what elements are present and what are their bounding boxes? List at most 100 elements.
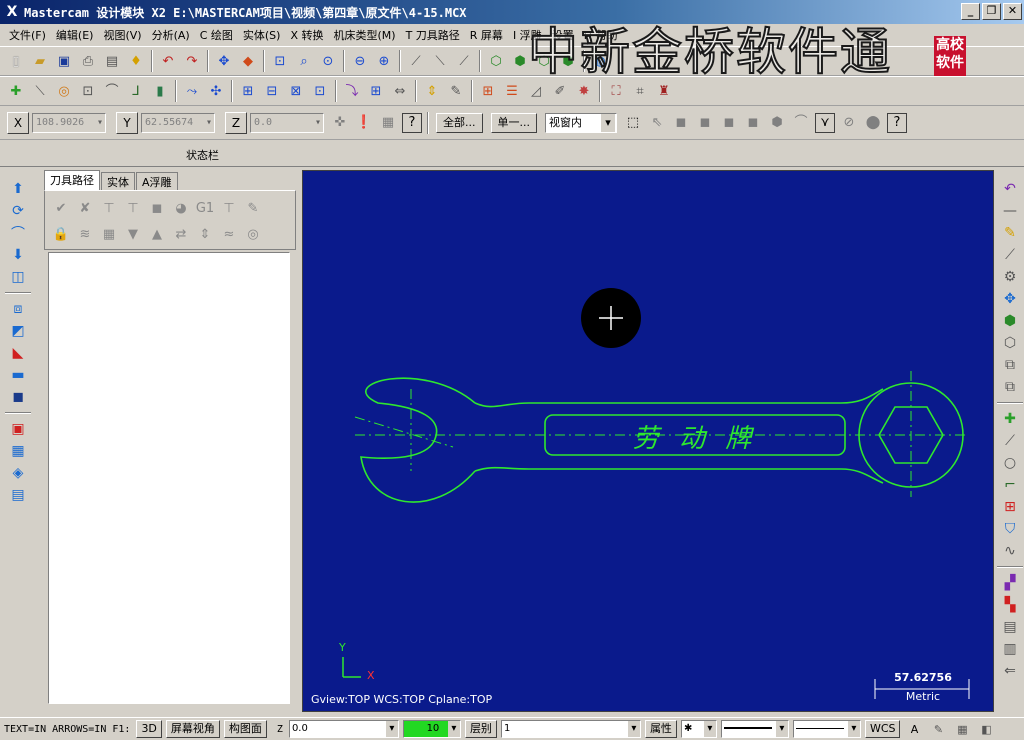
high-feed-icon[interactable]: ⊤ xyxy=(219,198,239,218)
zoom-window-icon[interactable]: ⌕ xyxy=(294,51,314,71)
menu-analyze[interactable]: 分析(A) xyxy=(147,27,195,43)
selection-mode-select[interactable]: 视窗内 xyxy=(545,112,617,133)
chain-icon[interactable]: ⤵ xyxy=(342,81,362,101)
join-icon[interactable]: ⊟ xyxy=(262,81,282,101)
face-select-icon[interactable]: ◼ xyxy=(695,113,715,133)
shield-side-icon[interactable]: ⛉ xyxy=(1000,519,1020,539)
gear-side-icon[interactable]: ⚙ xyxy=(1000,267,1020,287)
y-coord-input[interactable]: 62.55674 xyxy=(141,112,215,133)
surface-extrude-icon[interactable]: ◩ xyxy=(8,321,28,341)
trim-icon[interactable]: ⅃ xyxy=(126,81,146,101)
shade-status-icon[interactable]: ◧ xyxy=(976,719,996,739)
menu-create[interactable]: C 绘图 xyxy=(195,27,238,43)
mirror-icon[interactable]: ✣ xyxy=(206,81,226,101)
window-select-icon[interactable]: ⬚ xyxy=(623,113,643,133)
z-label[interactable]: Z xyxy=(225,111,247,134)
x-label[interactable]: X xyxy=(7,111,29,134)
x-coord-input[interactable]: 108.9026 xyxy=(32,112,106,133)
note-icon[interactable]: ✎ xyxy=(446,81,466,101)
rectangle-icon[interactable]: ⊡ xyxy=(78,81,98,101)
tab-art[interactable]: A浮雕 xyxy=(136,172,178,190)
rect-side-icon[interactable]: ⊞ xyxy=(1000,497,1020,517)
lock-icon[interactable]: 🔒 xyxy=(51,224,71,244)
post-icon[interactable]: G1 xyxy=(195,198,215,218)
group-status-icon[interactable]: ▦ xyxy=(952,719,972,739)
circle-side-icon[interactable]: ○ xyxy=(1000,453,1020,473)
grid-icon[interactable]: ⊞ xyxy=(478,81,498,101)
fillet-icon[interactable]: ⌒ xyxy=(102,81,122,101)
analyze-icon[interactable]: ✸ xyxy=(574,81,594,101)
arrow-side-icon[interactable]: ⇐ xyxy=(1000,661,1020,681)
arc-side-icon[interactable]: ⟋ xyxy=(1000,245,1020,265)
move-up-icon[interactable]: ▲ xyxy=(147,224,167,244)
top-view-icon[interactable]: ⬢ xyxy=(510,51,530,71)
edge-select-icon[interactable]: ◼ xyxy=(719,113,739,133)
globe-icon[interactable]: ◍ xyxy=(590,51,610,71)
only-display-icon[interactable]: ≈ xyxy=(219,224,239,244)
line-width-select[interactable] xyxy=(792,720,861,738)
menu-solids[interactable]: 实体(S) xyxy=(238,27,286,43)
point-icon[interactable]: ✚ xyxy=(6,81,26,101)
surface-ruled-icon[interactable]: ⬆ xyxy=(8,179,28,199)
move-side-icon[interactable]: ✥ xyxy=(1000,289,1020,309)
scroll-icon[interactable]: ⇕ xyxy=(195,224,215,244)
body-select-icon[interactable]: ◼ xyxy=(743,113,763,133)
select-all-ops-icon[interactable]: ✔ xyxy=(51,198,71,218)
circle-icon[interactable]: ◎ xyxy=(54,81,74,101)
surface-fence-icon[interactable]: ◫ xyxy=(8,267,28,287)
check-select-icon[interactable]: ⌒ xyxy=(791,113,811,133)
new-file-icon[interactable]: ▯ xyxy=(6,51,26,71)
z-coord-input[interactable]: 0.0 xyxy=(250,112,324,133)
open-file-icon[interactable]: ▰ xyxy=(30,51,50,71)
regen-selected-icon[interactable]: ⊤ xyxy=(99,198,119,218)
cube-outline-side-icon[interactable]: ⬡ xyxy=(1000,333,1020,353)
toggle-post-icon[interactable]: ▦ xyxy=(99,224,119,244)
text-icon[interactable]: A xyxy=(904,719,924,739)
drawing-canvas[interactable]: 劳 动 牌 Y X xyxy=(303,171,994,712)
hint-icon[interactable]: ♦ xyxy=(126,51,146,71)
line-side-icon[interactable]: — xyxy=(1000,201,1020,221)
surface-trim-icon[interactable]: ◼ xyxy=(8,387,28,407)
surface-revolve-icon[interactable]: ⟳ xyxy=(8,201,28,221)
select-single-button[interactable]: 单一... xyxy=(490,112,537,133)
exclaim-icon[interactable]: ❗ xyxy=(354,113,374,133)
menu-screen[interactable]: R 屏幕 xyxy=(465,27,508,43)
menu-settings[interactable]: 设置 xyxy=(547,27,579,43)
layer-side-icon[interactable]: ▚ xyxy=(1000,595,1020,615)
select-icon[interactable]: ⇔ xyxy=(390,81,410,101)
menu-machine-type[interactable]: 机床类型(M) xyxy=(329,27,401,43)
screen-view-button[interactable]: 屏幕视角 xyxy=(165,720,220,738)
group-side-icon[interactable]: ▥ xyxy=(1000,639,1020,659)
surface-sweep-icon[interactable]: ⌒ xyxy=(8,223,28,243)
move-down-icon[interactable]: ▼ xyxy=(123,224,143,244)
dim-icon[interactable]: ◿ xyxy=(526,81,546,101)
fit-icon[interactable]: ⊡ xyxy=(270,51,290,71)
surface-fillet-icon[interactable]: ◣ xyxy=(8,343,28,363)
cube-side-icon[interactable]: ⬢ xyxy=(1000,311,1020,331)
cplane-button[interactable]: 构图面 xyxy=(223,720,267,738)
delete-ops-icon[interactable]: ✎ xyxy=(243,198,263,218)
insert-arrow-icon[interactable]: ⇄ xyxy=(171,224,191,244)
pointer-icon[interactable]: ⇖ xyxy=(647,113,667,133)
solid-icon[interactable]: ▮ xyxy=(150,81,170,101)
fillet-side-icon[interactable]: ⌐ xyxy=(1000,475,1020,495)
z-depth-input[interactable]: 0.0 xyxy=(288,720,399,738)
regen-icon[interactable]: ◆ xyxy=(238,51,258,71)
menu-edit[interactable]: 编辑(E) xyxy=(51,27,99,43)
graphics-viewport[interactable]: 劳 动 牌 Y X Gview:TOP WCS:TOP Cplane:TOP 5… xyxy=(302,170,994,712)
redo-icon[interactable]: ↷ xyxy=(182,51,202,71)
menu-file[interactable]: 文件(F) xyxy=(4,27,51,43)
select-help-icon[interactable]: ? xyxy=(887,112,907,133)
verify-select-icon[interactable]: ⬢ xyxy=(767,113,787,133)
break-icon[interactable]: ⊞ xyxy=(238,81,258,101)
solid-revolve-icon[interactable]: ▦ xyxy=(8,441,28,461)
minimize-button[interactable]: _ xyxy=(961,3,980,20)
shaded-icon[interactable]: ⟋ xyxy=(454,51,474,71)
no-select-icon[interactable]: ⊘ xyxy=(839,113,859,133)
operations-list[interactable] xyxy=(48,252,290,704)
mesh-icon[interactable]: ⌗ xyxy=(630,81,650,101)
surface-icon[interactable]: ⛶ xyxy=(606,81,626,101)
side-view-icon[interactable]: ⬢ xyxy=(558,51,578,71)
line-icon[interactable]: ⟍ xyxy=(30,81,50,101)
lines-icon[interactable]: ☰ xyxy=(502,81,522,101)
